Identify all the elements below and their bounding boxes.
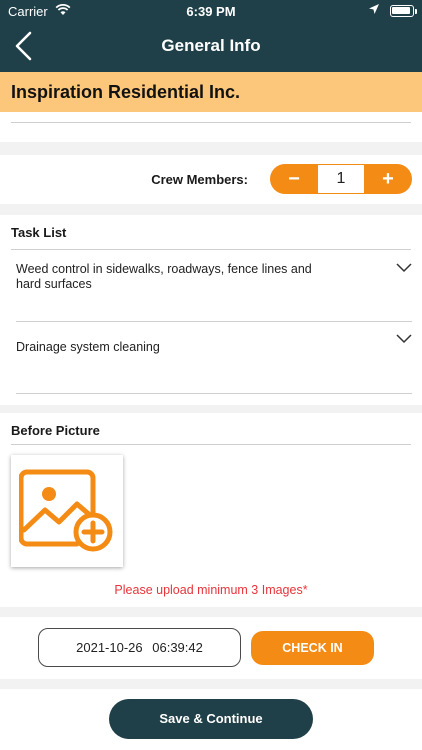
before-picture-title: Before Picture	[11, 423, 100, 438]
upload-warning: Please upload minimum 3 Images*	[114, 583, 308, 597]
crew-members-label: Crew Members:	[151, 172, 248, 187]
battery-tip	[415, 9, 417, 14]
increment-button[interactable]: +	[364, 164, 412, 194]
crew-count-value[interactable]: 1	[318, 164, 364, 194]
add-image-icon	[19, 469, 113, 552]
divider	[11, 122, 411, 123]
chevron-down-icon[interactable]	[396, 334, 412, 344]
task-item-label: Weed control in sidewalks, roadways, fen…	[16, 262, 312, 291]
page-title: General Info	[161, 36, 261, 55]
save-continue-button[interactable]: Save & Continue	[109, 699, 313, 739]
status-time: 6:39 PM	[186, 4, 236, 19]
task-list-card	[0, 215, 422, 405]
location-arrow-icon	[369, 4, 379, 14]
decrement-button[interactable]: −	[270, 164, 318, 194]
divider	[11, 249, 411, 250]
info-card	[0, 112, 422, 142]
crew-members-stepper: − 1 +	[270, 164, 412, 194]
datetime-field[interactable]: 2021-10-26 06:39:42	[38, 628, 241, 667]
check-in-button[interactable]: CHECK IN	[251, 631, 374, 665]
chevron-down-icon[interactable]	[396, 263, 412, 273]
divider	[16, 393, 412, 394]
battery-icon	[390, 5, 414, 17]
divider	[16, 321, 412, 322]
task-list-title: Task List	[11, 225, 67, 240]
company-banner: Inspiration Residential Inc.	[0, 72, 422, 112]
task-item-label: Drainage system cleaning	[16, 340, 160, 354]
app-header: Carrier 6:39 PM General Info	[0, 0, 422, 72]
status-bar: Carrier 6:39 PM	[0, 0, 422, 22]
add-picture-button[interactable]	[11, 455, 123, 567]
divider	[11, 444, 411, 445]
company-name: Inspiration Residential Inc.	[11, 82, 241, 102]
